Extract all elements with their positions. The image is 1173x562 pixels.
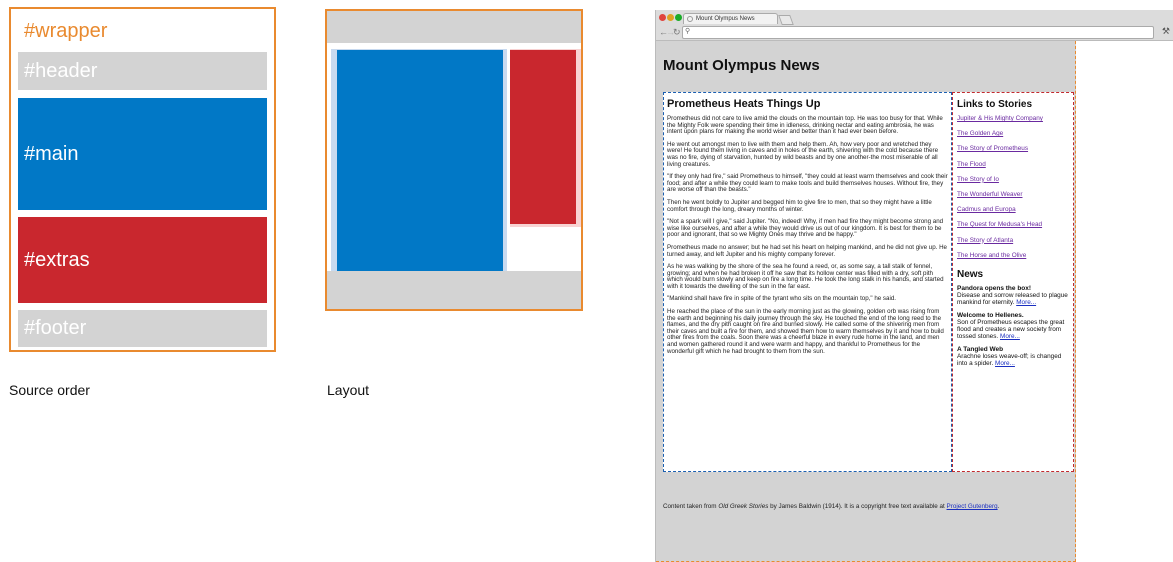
links-title: Links to Stories	[957, 99, 1033, 110]
news-item: Son of Prometheus escapes the great floo…	[957, 319, 1073, 340]
page-header-title: Mount Olympus News	[663, 57, 820, 74]
browser-chrome: Mount Olympus News ← → ↻ ⚲ ⚒	[656, 10, 1173, 41]
header-block: #header	[18, 52, 267, 90]
source-order-caption: Source order	[9, 382, 90, 398]
page-wrapper: Mount Olympus News Prometheus Heats Thin…	[656, 41, 1076, 562]
story-link[interactable]: The Story of Atlanta	[957, 237, 1073, 252]
gutenberg-link[interactable]: Project Gutenberg	[947, 503, 998, 510]
footer-block-label: #footer	[24, 317, 87, 339]
news-title: News	[957, 268, 984, 280]
main-content: Prometheus Heats Things Up Prometheus di…	[663, 92, 952, 472]
article-title: Prometheus Heats Things Up	[667, 98, 821, 110]
layout-footer	[327, 271, 581, 309]
article-paragraph: He went out amongst men to live with the…	[667, 140, 939, 168]
wrapper-label: #wrapper	[24, 20, 108, 42]
main-block-label: #main	[24, 142, 79, 165]
layout-header	[327, 11, 581, 43]
extras-block: #extras	[18, 217, 267, 303]
search-icon: ⚲	[685, 28, 691, 35]
story-link[interactable]: The Story of Io	[957, 176, 1073, 191]
news-headline: A Tangled Web	[957, 345, 1004, 353]
more-link[interactable]: More...	[995, 360, 1015, 367]
layout-wrapper	[325, 9, 583, 311]
footer-middle: by James Baldwin (1914). It is a copyrig…	[768, 503, 947, 510]
article-paragraph: As he was walking by the shore of the se…	[667, 263, 944, 290]
extras-block-label: #extras	[24, 248, 90, 271]
extras-sidebar: Links to Stories Jupiter & His Mighty Co…	[952, 92, 1074, 472]
news-item: Disease and sorrow released to plague ma…	[957, 292, 1073, 306]
page-footer: Content taken from Old Greek Stories by …	[663, 503, 1073, 510]
source-order-wrapper: #wrapper #header #main #extras #footer	[9, 7, 276, 352]
footer-block: #footer	[18, 310, 267, 347]
news-headline: Pandora opens the box!	[957, 284, 1032, 292]
reload-icon[interactable]: ↻	[673, 26, 681, 38]
story-link[interactable]: The Flood	[957, 161, 1073, 176]
article-paragraph: "Not a spark will I give," said Jupiter.…	[667, 218, 944, 239]
article-paragraph: "Mankind shall have fire in spite of the…	[667, 295, 896, 303]
minimize-dot-icon[interactable]	[667, 14, 674, 21]
story-link[interactable]: The Story of Prometheus	[957, 145, 1073, 160]
header-block-label: #header	[24, 59, 98, 82]
article-paragraph: Prometheus did not care to live amid the…	[667, 115, 943, 136]
zoom-dot-icon[interactable]	[675, 14, 682, 21]
story-link[interactable]: Jupiter & His Mighty Company	[957, 115, 1073, 130]
footer-prefix: Content taken from	[663, 503, 719, 510]
footer-book-title: Old Greek Stories	[718, 503, 769, 510]
more-link[interactable]: More...	[1016, 299, 1036, 306]
more-link[interactable]: More...	[1000, 333, 1020, 340]
tab-favicon-icon	[687, 16, 693, 22]
story-link[interactable]: The Golden Age	[957, 130, 1073, 145]
address-bar[interactable]: ⚲	[682, 26, 1154, 39]
layout-main-block	[337, 50, 503, 271]
close-dot-icon[interactable]	[659, 14, 666, 21]
article-paragraph: He reached the place of the sun in the e…	[667, 308, 944, 355]
story-link[interactable]: The Quest for Medusa's Head	[957, 221, 1073, 236]
layout-extras-block	[510, 50, 576, 224]
article-paragraph: Prometheus made no answer; but he had se…	[667, 243, 947, 258]
article-paragraph: Then he went boldly to Jupiter and begge…	[667, 198, 932, 213]
main-block: #main	[18, 98, 267, 210]
story-link[interactable]: The Wonderful Weaver	[957, 191, 1073, 206]
nav-bar: ← → ↻ ⚲ ⚒	[656, 25, 1173, 40]
tab-title: Mount Olympus News	[696, 16, 755, 22]
story-link[interactable]: The Horse and the Olive	[957, 252, 1073, 267]
news-text: Disease and sorrow released to plague ma…	[957, 291, 1068, 306]
footer-suffix: .	[997, 503, 1000, 510]
news-item: Arachne loses weave-off; is changed into…	[957, 353, 1073, 367]
browser-window: Mount Olympus News ← → ↻ ⚲ ⚒ Mount Olymp…	[655, 10, 1173, 562]
layout-caption: Layout	[327, 382, 370, 398]
browser-tab[interactable]: Mount Olympus News	[683, 13, 778, 24]
wrench-icon[interactable]: ⚒	[1162, 26, 1170, 37]
new-tab-button[interactable]	[778, 15, 794, 25]
news-headline: Welcome to Hellenes.	[957, 311, 1024, 319]
article-paragraph: "If they only had fire," said Prometheus…	[667, 173, 948, 194]
story-link[interactable]: Cadmus and Europa	[957, 206, 1073, 221]
